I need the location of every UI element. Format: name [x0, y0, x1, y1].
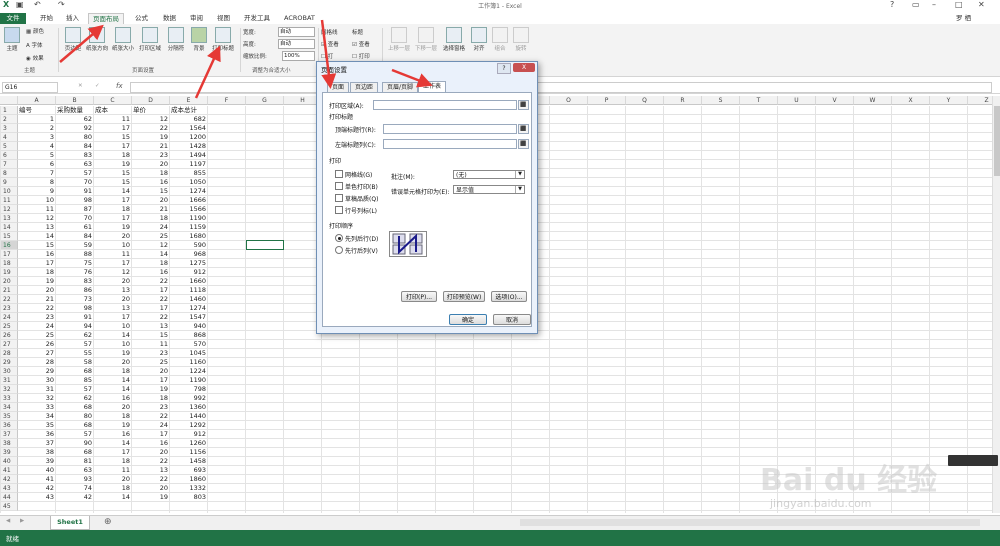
- arrow-to-dialog: [320, 19, 337, 89]
- arrow-to-print-titles: [194, 45, 221, 99]
- annotation-arrows: [59, 19, 433, 99]
- arrow-to-sheet-tab: [391, 68, 433, 88]
- arrow-to-page-layout: [59, 24, 104, 63]
